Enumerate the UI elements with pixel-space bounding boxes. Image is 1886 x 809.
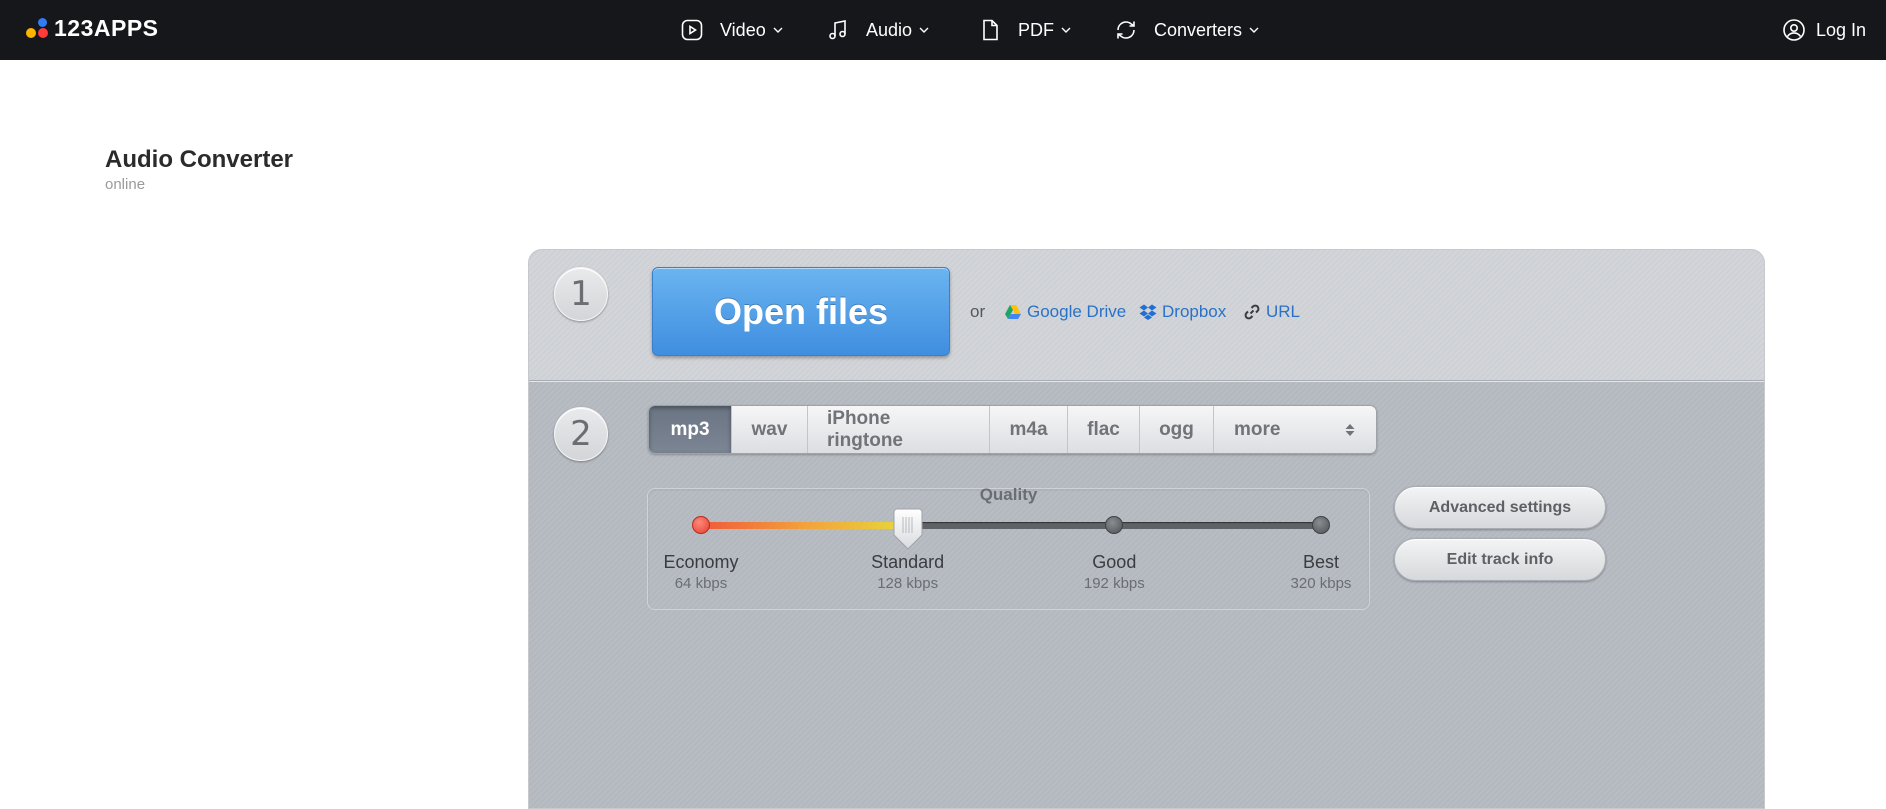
page-title: Audio Converter: [105, 146, 294, 173]
dropbox-icon: [1139, 303, 1157, 321]
quality-slider-track[interactable]: [701, 522, 1321, 529]
user-circle-icon: [1782, 18, 1806, 42]
nav-item-label: PDF: [1018, 19, 1054, 40]
quality-title: Quality: [979, 485, 1038, 504]
chevron-down-icon: [1248, 24, 1260, 36]
step-number: 1: [554, 267, 608, 321]
dropbox-label: Dropbox: [1162, 302, 1227, 321]
advanced-settings-button[interactable]: Advanced settings: [1394, 486, 1606, 529]
quality-level-bitrate: 320 kbps: [1290, 575, 1352, 592]
quality-label-good[interactable]: Good 192 kbps: [1054, 552, 1174, 592]
more-label: more: [1234, 418, 1281, 440]
play-square-icon: [680, 18, 704, 42]
format-tab-iphone-ringtone[interactable]: iPhone ringtone: [808, 406, 990, 453]
format-more-select[interactable]: more: [1214, 406, 1376, 453]
page-subtitle: online: [105, 176, 146, 193]
brand-name: 123APPS: [54, 14, 159, 41]
quality-stop-best[interactable]: [1312, 516, 1330, 534]
or-label: or: [970, 302, 986, 321]
google-drive-link[interactable]: Google Drive: [1004, 302, 1126, 322]
edit-track-info-button[interactable]: Edit track info: [1394, 538, 1606, 581]
login-label: Log In: [1815, 19, 1866, 40]
step-open-files: 1 Open files or Google Drive Dropbox URL: [529, 250, 1764, 381]
quality-level-bitrate: 128 kbps: [877, 575, 939, 592]
chevron-down-icon: [772, 24, 784, 36]
quality-label-economy[interactable]: Economy 64 kbps: [641, 552, 761, 592]
chevron-down-icon: [918, 24, 930, 36]
format-tab-wav[interactable]: wav: [732, 406, 808, 453]
format-tab-m4a[interactable]: m4a: [990, 406, 1068, 453]
converter-panel: 1 Open files or Google Drive Dropbox URL…: [528, 249, 1765, 809]
quality-slider-fill: [701, 522, 908, 529]
format-tab-mp3[interactable]: mp3: [649, 406, 732, 453]
nav-item-label: Audio: [866, 19, 913, 40]
quality-slider-handle[interactable]: [893, 508, 923, 550]
url-label: URL: [1266, 302, 1301, 321]
quality-level-name: Good: [1092, 552, 1137, 572]
quality-stop-economy[interactable]: [692, 516, 710, 534]
quality-level-name: Economy: [663, 552, 739, 572]
quality-label-best[interactable]: Best 320 kbps: [1261, 552, 1381, 592]
quality-slider-box: Quality Economy 64 kbps Standard 128 kbps Go…: [647, 485, 1370, 610]
document-icon: [978, 18, 1002, 42]
logo-dots-icon: [26, 16, 50, 40]
nav-item-label: Video: [720, 19, 766, 40]
format-tab-ogg[interactable]: ogg: [1140, 406, 1214, 453]
brand-logo[interactable]: 123APPS: [26, 13, 159, 43]
quality-level-bitrate: 64 kbps: [674, 575, 728, 592]
top-navigation-bar: 123APPS Video Audio PDF Converters Log I…: [0, 0, 1886, 60]
quality-level-name: Best: [1302, 552, 1340, 572]
url-link[interactable]: URL: [1243, 302, 1300, 322]
nav-item-audio[interactable]: Audio: [826, 0, 930, 60]
sort-arrows-icon: [1344, 422, 1356, 438]
chevron-down-icon: [1060, 24, 1072, 36]
refresh-icon: [1114, 18, 1138, 42]
nav-item-video[interactable]: Video: [680, 0, 784, 60]
open-files-button[interactable]: Open files: [652, 267, 950, 356]
quality-label-standard[interactable]: Standard 128 kbps: [848, 552, 968, 592]
format-tabs: mp3 wav iPhone ringtone m4a flac ogg mor…: [648, 405, 1377, 454]
google-drive-label: Google Drive: [1027, 302, 1127, 321]
format-tab-flac[interactable]: flac: [1068, 406, 1140, 453]
nav-item-label: Converters: [1154, 19, 1243, 40]
step-number: 2: [554, 407, 608, 461]
nav-item-pdf[interactable]: PDF: [978, 0, 1072, 60]
quality-stop-good[interactable]: [1105, 516, 1124, 534]
quality-level-bitrate: 192 kbps: [1083, 575, 1145, 592]
quality-level-name: Standard: [871, 552, 945, 572]
link-icon: [1243, 303, 1261, 321]
google-drive-icon: [1004, 303, 1022, 321]
dropbox-link[interactable]: Dropbox: [1139, 302, 1226, 322]
login-button[interactable]: Log In: [1782, 0, 1866, 60]
nav-item-converters[interactable]: Converters: [1114, 0, 1260, 60]
music-note-icon: [826, 18, 850, 42]
